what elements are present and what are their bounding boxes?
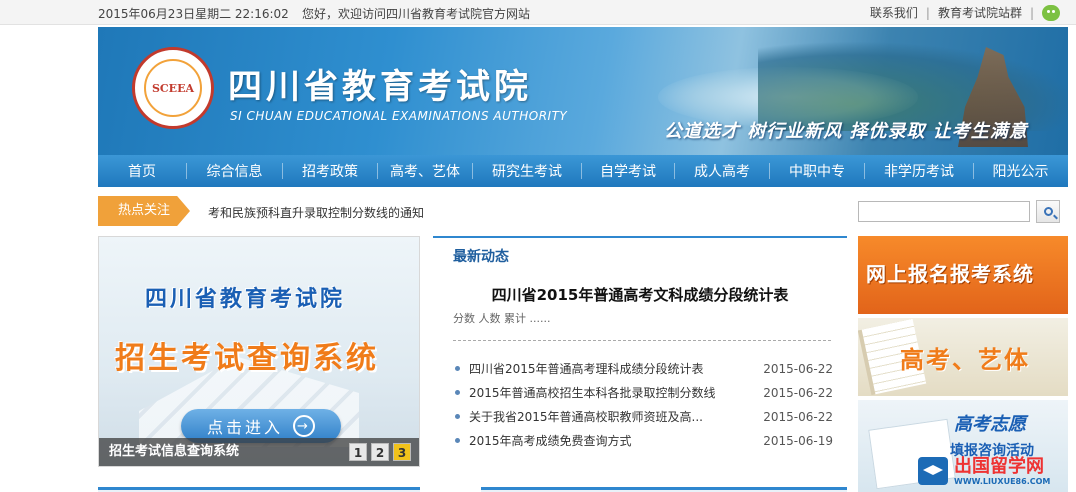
main-nav: 首页 综合信息 招考政策 高考、艺体 研究生考试 自学考试 成人高考 中职中专 … (98, 155, 1068, 187)
graduation-cap-icon (918, 457, 948, 485)
logo-text: SCEEA (144, 59, 202, 117)
nav-item-adult-gaokao[interactable]: 成人高考 (675, 161, 769, 181)
nav-item-non-degree[interactable]: 非学历考试 (865, 161, 973, 181)
news-item-title[interactable]: 四川省2015年普通高考理科成绩分段统计表 (469, 362, 704, 376)
nav-item-self-study[interactable]: 自学考试 (582, 161, 674, 181)
site-group-link[interactable]: 教育考试院站群 (938, 4, 1022, 21)
nav-item-graduate-exam[interactable]: 研究生考试 (473, 161, 581, 181)
news-item-title[interactable]: 2015年普通高校招生本科各批录取控制分数线 (469, 386, 716, 400)
news-item[interactable]: 关于我省2015年普通高校职教师资班及高... 2015-06-22 (453, 409, 833, 433)
news-item-title[interactable]: 2015年高考成绩免费查询方式 (469, 434, 632, 448)
arrow-right-icon: → (293, 415, 315, 437)
nav-item-vocational[interactable]: 中职中专 (770, 161, 864, 181)
banner-slogan: 公道选才 树行业新风 择优录取 让考生满意 (664, 121, 1028, 142)
nav-item-public-notice[interactable]: 阳光公示 (974, 161, 1067, 181)
news-item-date: 2015-06-19 (763, 434, 833, 448)
contact-link[interactable]: 联系我们 (870, 4, 918, 21)
news-item[interactable]: 四川省2015年普通高考理科成绩分段统计表 2015-06-22 (453, 361, 833, 385)
link-separator: | (925, 5, 930, 20)
nav-item-general-info[interactable]: 综合信息 (187, 161, 282, 181)
bottom-panel-header-right (481, 487, 847, 492)
nav-item-gaokao-arts[interactable]: 高考、艺体 (378, 161, 472, 181)
slide-pager: 1 2 3 (349, 443, 411, 461)
news-item[interactable]: 2015年普通高校招生本科各批录取控制分数线 2015-06-22 (453, 385, 833, 409)
link-separator: | (1029, 5, 1034, 20)
hot-topics-bar: 热点关注 考和民族预科直升录取控制分数线的通知 (98, 196, 1068, 226)
promo-subtitle: 招生考试查询系统 (115, 341, 379, 376)
search-button[interactable] (1036, 200, 1060, 223)
top-bar: 2015年06月23日星期二 22:16:02 您好，欢迎访问四川省教育考试院官… (0, 0, 1076, 25)
current-datetime: 2015年06月23日星期二 22:16:02 (98, 7, 289, 21)
online-registration-card[interactable]: 网上报名报考系统 (858, 236, 1068, 314)
site-english-name: SI CHUAN EDUCATIONAL EXAMINATIONS AUTHOR… (230, 109, 568, 123)
nav-item-home[interactable]: 首页 (98, 161, 186, 181)
promo-title: 四川省教育考试院 (145, 286, 346, 312)
news-heading: 最新动态 (453, 249, 509, 265)
hot-topic-link[interactable]: 考和民族预科直升录取控制分数线的通知 (208, 204, 424, 221)
news-item[interactable]: 2015年高考成绩免费查询方式 2015-06-19 (453, 433, 833, 457)
watermark-text: 出国留学网 WWW.LIUXUE86.COM (954, 455, 1051, 486)
site-title: 四川省教育考试院 (228, 67, 532, 107)
enter-button-label: 点击进入 (206, 418, 283, 437)
news-item-date: 2015-06-22 (763, 362, 833, 376)
pager-button-3[interactable]: 3 (393, 443, 411, 461)
online-registration-label: 网上报名报考系统 (866, 262, 1034, 286)
search-input[interactable] (858, 201, 1030, 222)
news-feature-title[interactable]: 四川省2015年普通高考文科成绩分段统计表 (433, 284, 847, 305)
bottom-panel-header-left (98, 487, 420, 492)
pager-button-2[interactable]: 2 (371, 443, 389, 461)
nav-item-admission-policy[interactable]: 招考政策 (283, 161, 377, 181)
query-system-promo[interactable]: 四川省教育考试院 招生考试查询系统 点击进入 → 招生考试信息查询系统 1 2 … (98, 236, 420, 467)
news-list: 四川省2015年普通高考理科成绩分段统计表 2015-06-22 2015年普通… (453, 361, 833, 457)
watermark: 出国留学网 WWW.LIUXUE86.COM (918, 452, 1072, 490)
news-item-title[interactable]: 关于我省2015年普通高校职教师资班及高... (469, 410, 703, 424)
gaokao-arts-label: 高考、艺体 (900, 345, 1030, 374)
news-divider (453, 340, 831, 341)
latest-news-panel: 最新动态 四川省2015年普通高考文科成绩分段统计表 分数 人数 累计 ....… (433, 236, 847, 467)
watermark-url-text: WWW.LIUXUE86.COM (954, 476, 1051, 486)
gaokao-arts-card[interactable]: 高考、艺体 (858, 318, 1068, 396)
gaokao-choice-title: 高考志愿 (954, 414, 1026, 435)
welcome-text: 您好，欢迎访问四川省教育考试院官方网站 (302, 7, 531, 21)
hot-topics-label: 热点关注 (98, 196, 190, 226)
pager-button-1[interactable]: 1 (349, 443, 367, 461)
site-logo[interactable]: SCEEA (132, 47, 214, 129)
search-icon (1043, 207, 1053, 216)
watermark-main-text: 出国留学网 (954, 455, 1044, 477)
news-item-date: 2015-06-22 (763, 410, 833, 424)
news-item-date: 2015-06-22 (763, 386, 833, 400)
wechat-icon[interactable] (1042, 4, 1060, 21)
news-feature-summary: 分数 人数 累计 ...... (453, 312, 551, 325)
site-banner: SCEEA 四川省教育考试院 SI CHUAN EDUCATIONAL EXAM… (98, 27, 1068, 155)
top-links: 联系我们 | 教育考试院站群 | (870, 4, 1060, 21)
